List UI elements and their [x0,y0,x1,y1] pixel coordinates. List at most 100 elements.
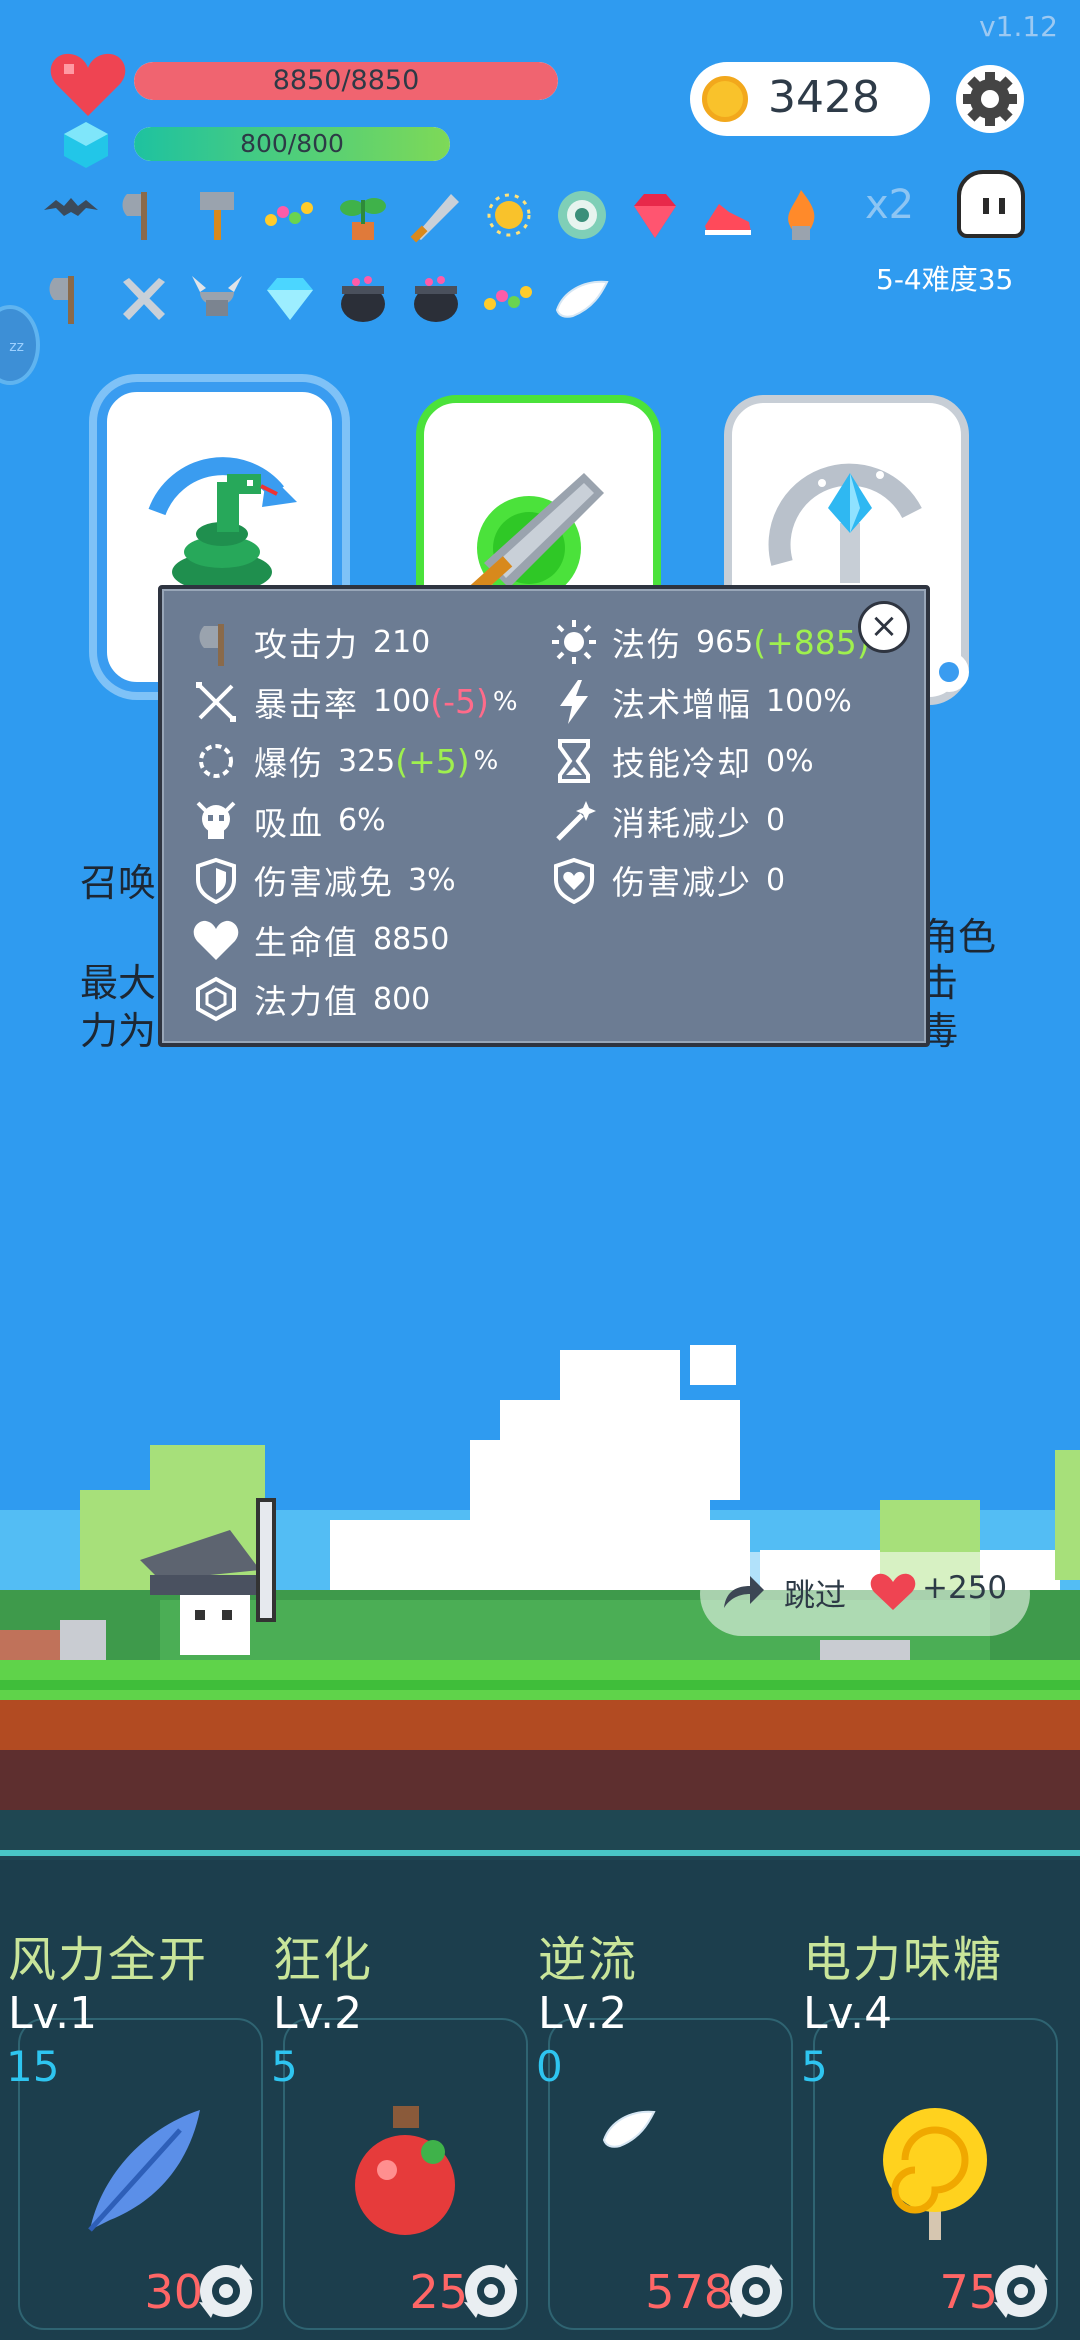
stat-modifier: (-5) [430,682,489,721]
stat-label: 攻击力 [254,625,359,664]
flame-icon[interactable] [772,186,830,244]
stat-row: 法力值 800 [192,976,430,1022]
stat-label: 法术增幅 [612,684,752,724]
skill-count: 5 [271,2042,298,2091]
skill-count: 15 [6,2042,60,2091]
stat-row: 技能冷却 0% [550,739,814,783]
hammer-icon[interactable] [188,186,246,244]
crit-icon [192,678,240,726]
skull-icon [192,797,240,845]
stat-value: 0 [766,862,786,898]
shield-icon [192,856,240,905]
refresh-icon[interactable] [990,2260,1052,2322]
feather-icon [70,2100,210,2240]
stat-row: 爆伤 325 (+5)% [192,741,499,783]
skill-slot[interactable]: 风力全开 Lv.1 15 30 [0,1860,265,2340]
stat-modifier: (+5) [395,741,470,781]
bat-icon[interactable] [42,186,100,244]
skip-bonus: +250 [922,1570,1008,1606]
horned-helmet-icon[interactable] [188,270,246,328]
wing-icon [600,2100,740,2240]
heart-shield-icon [550,856,598,905]
skill-name: 逆流 [538,1932,639,1988]
stat-modifier: (+885) [753,622,870,662]
axe-icon[interactable] [115,186,173,244]
lightning-icon [550,678,598,726]
axe-icon[interactable] [42,270,100,328]
stat-value: 0 [766,803,786,838]
refresh-icon[interactable] [460,2260,522,2322]
stat-value: 100% [766,684,852,719]
wing-icon[interactable] [553,270,611,328]
stat-value: 965 [696,624,754,660]
stat-unit: % [492,686,518,717]
stat-label: 消耗减少 [612,803,752,843]
plant-icon[interactable] [334,186,392,244]
ghost-icon[interactable] [957,170,1025,238]
skip-label: 跳过 [784,1578,846,1614]
refresh-icon[interactable] [195,2260,257,2322]
stat-row: 法伤 965 (+885) [550,620,870,664]
card-description-2: 最大 [80,961,157,1005]
hourglass-icon [550,737,598,785]
stat-label: 生命值 [254,922,359,962]
refresh-icon[interactable] [925,640,981,704]
burst-icon [192,737,240,785]
ruby-icon[interactable] [626,186,684,244]
stat-value: 210 [373,624,431,660]
share-arrow-icon [724,1576,764,1608]
skill-count: 0 [536,2042,563,2091]
stat-label: 暴击率 [254,684,359,724]
sun-orb-icon[interactable] [480,186,538,244]
skill-level: Lv.2 [273,1988,363,2039]
gold-value: 3428 [768,72,880,123]
speed-multiplier[interactable]: x2 [865,182,914,228]
stat-label: 爆伤 [254,744,324,783]
cauldron-icon[interactable] [334,270,392,328]
stat-label: 伤害减免 [254,863,394,902]
version-label: v1.12 [979,10,1058,43]
skill-slot[interactable]: 狂化 Lv.2 5 25 [265,1860,530,2340]
skill-bar: 风力全开 Lv.1 15 30 狂化 Lv.2 5 25 逆流 Lv.2 0 578 电力味糖 Lv.4 5… [0,1860,1080,2340]
side-badge[interactable]: zz [0,305,40,385]
skip-button[interactable]: 跳过 +250 [700,1552,1030,1636]
stat-label: 技能冷却 [612,744,752,783]
beads-icon[interactable] [261,186,319,244]
cauldron-icon[interactable] [407,270,465,328]
hexagon-icon [192,975,240,1023]
crossed-swords-icon[interactable] [115,270,173,328]
stat-row: 生命值 8850 [192,920,449,962]
skill-slot[interactable]: 电力味糖 Lv.4 5 75 [795,1860,1060,2340]
stat-row: 吸血 6% [192,801,386,843]
stat-label: 吸血 [254,803,324,843]
stat-row: 伤害减免 3% [192,857,456,905]
stat-unit: % [473,746,499,776]
stat-value: 325 [338,743,396,779]
skill-slot[interactable]: 逆流 Lv.2 0 578 [530,1860,795,2340]
stat-value: 3% [408,862,456,898]
stat-label: 法伤 [612,625,682,664]
heart-icon [50,53,126,116]
stat-row: 暴击率 100 (-5)% [192,681,518,724]
mp-label: 800/800 [240,129,344,158]
stat-label: 伤害减少 [612,863,752,902]
sun-icon [550,618,598,666]
beads-icon[interactable] [480,270,538,328]
refresh-icon[interactable] [725,2260,787,2322]
mp-bar: 800/800 [134,127,450,161]
gold-counter[interactable]: 3428 [690,62,930,136]
stat-label: 法力值 [254,982,359,1021]
sword-icon[interactable] [407,186,465,244]
stage-label: 5-4难度35 [876,263,1014,296]
stat-row: 法术增幅 100% [550,679,852,724]
close-button[interactable]: × [858,601,910,653]
shoe-icon[interactable] [699,186,757,244]
gear-icon[interactable] [955,64,1025,134]
stat-value: 100 [373,684,431,719]
card-description-3: 力为 [80,1009,157,1053]
coin-icon [702,76,748,122]
axe-icon [192,618,240,672]
skill-level: Lv.4 [803,1988,893,2039]
disc-icon[interactable] [553,186,611,244]
diamond-icon[interactable] [261,270,319,328]
